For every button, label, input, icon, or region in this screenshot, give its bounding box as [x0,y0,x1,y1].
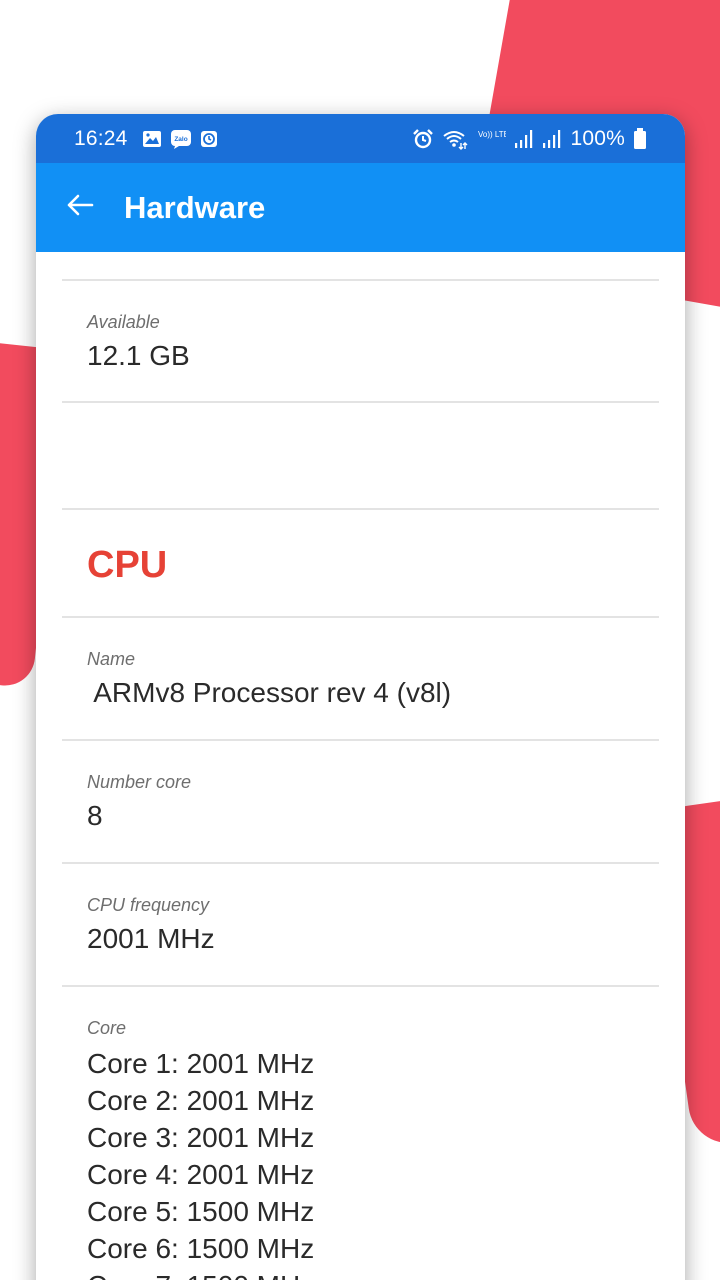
wifi-icon [442,128,468,150]
cpu-core-label: Core [87,1018,127,1038]
battery-icon [633,127,647,150]
page-title: Hardware [124,189,266,225]
signal-icon [514,129,534,149]
core-frequency-line: Core 1: 2001 MHz [87,1048,315,1079]
core-frequency-list: Core 1: 2001 MHz Core 2: 2001 MHz Core 3… [87,1045,659,1280]
signal-icon [542,129,562,149]
cpu-name-value: ARMv8 Processor rev 4 (v8l) [87,677,452,708]
cpu-core-item: Core Core 1: 2001 MHz Core 2: 2001 MHz C… [62,987,659,1280]
available-label: Available [87,312,160,332]
status-bar-left: 16:24 Zalo [74,127,218,151]
core-frequency-line: Core 7: 1500 MHz [87,1267,659,1280]
core-frequency-line: Core 3: 2001 MHz [87,1122,315,1153]
cpu-cores-value: 8 [87,800,103,831]
available-value: 12.1 GB [87,340,190,371]
back-button[interactable] [36,163,124,252]
core-frequency-line: Core 4: 2001 MHz [87,1159,315,1190]
promo-stage: 16:24 Zalo Vo)) LT 100% Hardware Availab… [0,0,720,1280]
arrow-left-icon [66,193,94,222]
phone-screen: 16:24 Zalo Vo)) LT 100% Hardware Availab… [36,114,685,1280]
core-frequency-line: Core 5: 1500 MHz [87,1196,315,1227]
cpu-name-label: Name [87,649,136,669]
cpu-section-header: CPU [62,510,659,616]
cpu-frequency-item: CPU frequency 2001 MHz [62,864,659,985]
core-frequency-line: Core 2: 2001 MHz [87,1085,315,1116]
app-bar: Hardware [36,163,685,252]
alarm-icon [412,128,434,150]
zalo-icon: Zalo [170,129,192,149]
cpu-section-title: CPU [87,544,168,586]
core-frequency-line: Core 6: 1500 MHz [87,1233,315,1264]
cpu-frequency-label: CPU frequency [87,895,210,915]
battery-percent: 100% [570,126,625,150]
volte-text: Vo)) LTE1 [478,130,506,139]
cpu-cores-item: Number core 8 [62,741,659,862]
status-bar: 16:24 Zalo Vo)) LT 100% [36,114,685,163]
hardware-info-list: Available 12.1 GB CPU Name ARMv8 Process… [36,279,685,1280]
cpu-frequency-value: 2001 MHz [87,923,215,954]
status-bar-right: Vo)) LTE1 [412,127,647,151]
status-time: 16:24 [74,126,128,150]
zalo-icon-text: Zalo [174,136,187,143]
cpu-cores-label: Number core [87,772,192,792]
gallery-icon [142,130,162,148]
cpu-name-item: Name ARMv8 Processor rev 4 (v8l) [62,618,659,739]
storage-available-item: Available 12.1 GB [62,281,659,401]
volte-icon: Vo)) LTE1 [476,128,506,150]
clock-app-icon [200,130,218,148]
